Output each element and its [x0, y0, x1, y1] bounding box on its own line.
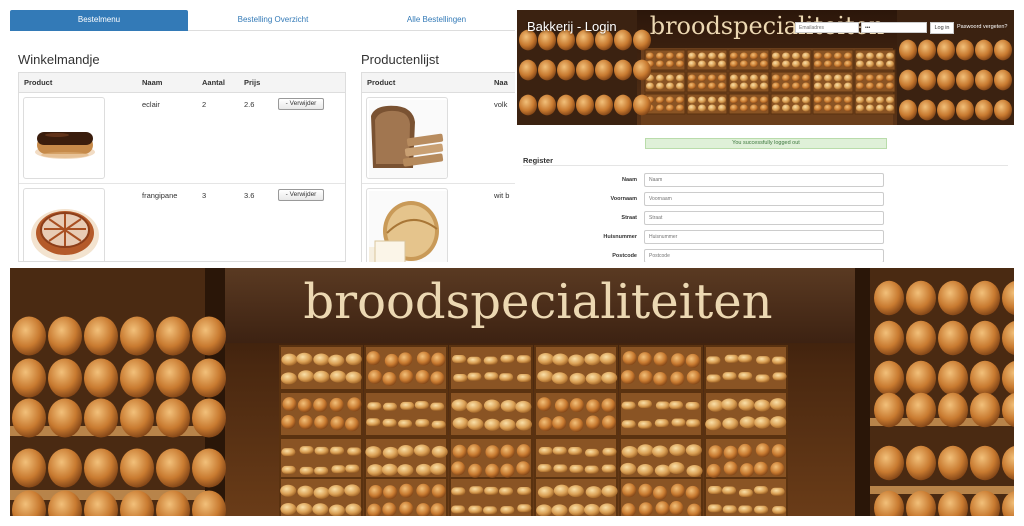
cart-item-price: 3.6 [244, 191, 255, 200]
volkoren-brood-image [366, 97, 448, 179]
tab-bestelmenu[interactable]: Bestelmenu [10, 10, 188, 31]
col-product: Product [24, 78, 53, 87]
postcode-label: Postcode [612, 253, 637, 259]
col-naam: Naa [494, 78, 508, 87]
brand-title: Bakkerij - Login [527, 19, 617, 34]
remove-button[interactable]: - Verwijder [278, 98, 324, 110]
voornaam-field[interactable] [644, 192, 884, 206]
product-table: Product Naa volk wit b [361, 72, 515, 262]
straat-label: Straat [621, 215, 637, 221]
cart-item-qty: 2 [202, 100, 207, 109]
straat-field[interactable] [644, 211, 884, 225]
register-title: Register [523, 156, 554, 165]
col-prijs: Prijs [244, 78, 261, 87]
nav-tabs: Bestelmenu Bestelling Overzicht Alle Bes… [10, 10, 515, 31]
cart-table-header: Product Naam Aantal Prijs [19, 73, 345, 93]
cart-table: Product Naam Aantal Prijs eclair 2 2.6 -… [18, 72, 346, 262]
col-product: Product [367, 78, 396, 87]
list-item: wit b [362, 184, 515, 262]
bakery-hero-image: broodspecialiteiten [10, 268, 1014, 516]
product-name: wit b [494, 191, 510, 200]
naam-label: Naam [622, 177, 637, 183]
col-naam: Naam [142, 78, 163, 87]
wit-brood-image [366, 188, 448, 262]
table-row: eclair 2 2.6 - Verwijder [19, 93, 345, 184]
col-aantal: Aantal [202, 78, 225, 87]
tab-bestelling-overzicht[interactable]: Bestelling Overzicht [188, 10, 358, 31]
login-page-panel: broodspecialiteiten Bakkerij - Login Log… [517, 10, 1014, 262]
naam-field[interactable] [644, 173, 884, 187]
table-row: frangipane 3 3.6 - Verwijder [19, 184, 345, 261]
huisnummer-label: Huisnummer [603, 234, 637, 240]
cart-item-name: eclair [142, 100, 160, 109]
cart-item-qty: 3 [202, 191, 207, 200]
product-name: volk [494, 100, 508, 109]
list-item: volk [362, 93, 515, 184]
eclair-image [23, 97, 105, 179]
divider [523, 165, 1008, 166]
forgot-password-link[interactable]: Paswoord vergeten? [957, 24, 1007, 30]
product-table-header: Product Naa [362, 73, 515, 93]
cart-title: Winkelmandje [18, 52, 100, 67]
cart-item-price: 2.6 [244, 100, 255, 109]
order-menu-panel: Bestelmenu Bestelling Overzicht Alle Bes… [0, 0, 515, 262]
cart-item-name: frangipane [142, 191, 178, 200]
postcode-field[interactable] [644, 249, 884, 262]
hero-sign-text: broodspecialiteiten [303, 274, 772, 330]
product-list-title: Productenlijst [361, 52, 440, 67]
collage: Bestelmenu Bestelling Overzicht Alle Bes… [0, 0, 1024, 526]
tab-alle-bestellingen[interactable]: Alle Bestellingen [358, 10, 515, 31]
logout-alert: You successfully logged out [645, 138, 887, 149]
remove-button[interactable]: - Verwijder [278, 189, 324, 201]
huisnummer-field[interactable] [644, 230, 884, 244]
frangipane-image [23, 188, 105, 261]
bakery-header-image: broodspecialiteiten Bakkerij - Login Log… [517, 10, 1014, 125]
login-button[interactable]: Log in [930, 22, 954, 34]
password-input[interactable] [861, 22, 927, 33]
voornaam-label: Voornaam [610, 196, 638, 202]
email-input[interactable] [795, 22, 859, 33]
